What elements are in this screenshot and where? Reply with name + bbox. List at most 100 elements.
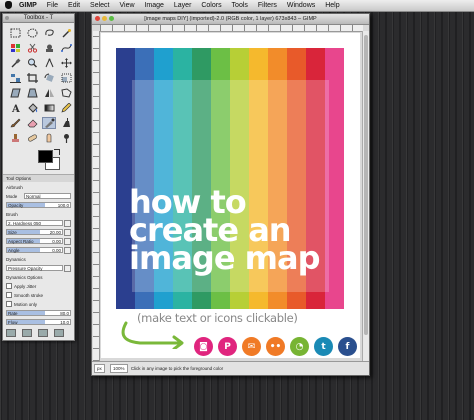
menu-image[interactable]: Image <box>144 0 163 11</box>
airbrush-tool[interactable] <box>42 117 56 129</box>
cage-tool[interactable] <box>59 87 73 99</box>
paintbrush-tool[interactable] <box>8 117 22 129</box>
eraser-tool[interactable] <box>25 117 39 129</box>
flip-tool[interactable] <box>42 87 56 99</box>
shear-tool[interactable] <box>8 87 22 99</box>
menu-gimp[interactable]: GIMP <box>19 0 37 11</box>
pinterest-icon[interactable]: P <box>218 337 237 356</box>
mode-value: Normal <box>26 194 41 199</box>
dynamics-edit-button[interactable] <box>64 264 71 272</box>
twitter-icon[interactable]: t <box>314 337 333 356</box>
paths-icon <box>60 44 72 52</box>
angle-reset-button[interactable] <box>64 246 71 254</box>
swap-colors-icon[interactable] <box>54 149 60 155</box>
magnifier-icon <box>27 58 37 68</box>
vertical-ruler[interactable] <box>93 31 100 361</box>
smudge-tool[interactable] <box>42 132 56 144</box>
color-picker-tool[interactable] <box>8 57 22 69</box>
zoom-select[interactable]: 100% <box>110 364 128 374</box>
color-select-tool[interactable] <box>8 42 22 54</box>
motion-only-checkbox[interactable] <box>6 301 12 307</box>
flow-slider[interactable]: Flow 10.0 <box>6 319 71 325</box>
menu-windows[interactable]: Windows <box>287 0 315 11</box>
clone-tool[interactable] <box>8 132 22 144</box>
crop-tool[interactable] <box>25 72 39 84</box>
heal-tool[interactable] <box>25 132 39 144</box>
pencil-tool[interactable] <box>59 102 73 114</box>
dodge-burn-tool[interactable] <box>59 132 73 144</box>
ink-tool[interactable] <box>59 117 73 129</box>
aspect-reset-button[interactable] <box>64 237 71 245</box>
menu-layer[interactable]: Layer <box>174 0 192 11</box>
close-window-icon[interactable] <box>95 16 100 21</box>
size-reset-button[interactable] <box>64 228 71 236</box>
brush-select[interactable]: 2. Hardness 050 <box>6 220 63 226</box>
size-slider[interactable]: Size 20.00 <box>6 229 63 235</box>
rotate-tool[interactable] <box>42 72 56 84</box>
scrollbar-thumb[interactable] <box>364 35 368 335</box>
scale-tool[interactable] <box>59 72 73 84</box>
menu-edit[interactable]: Edit <box>68 0 80 11</box>
opacity-slider[interactable]: Opacity 100.0 <box>6 202 71 208</box>
apple-icon[interactable] <box>5 1 12 9</box>
mode-label: Mode <box>6 193 18 199</box>
text-tool[interactable]: A <box>8 102 22 114</box>
headline-line-3: image map <box>129 239 320 277</box>
minimize-window-icon[interactable] <box>102 16 107 21</box>
image-window-title-bar[interactable]: [image maps DIY] (imported)-2.0 (RGB col… <box>92 14 369 25</box>
save-options-icon[interactable] <box>6 329 16 337</box>
flickr-icon[interactable]: •• <box>266 337 285 356</box>
menu-help[interactable]: Help <box>325 0 339 11</box>
dynamics-select[interactable]: Pressure Opacity <box>6 265 63 271</box>
blend-tool[interactable] <box>42 102 56 114</box>
restore-options-icon[interactable] <box>22 329 32 337</box>
scissors-tool[interactable] <box>25 42 39 54</box>
smooth-stroke-checkbox[interactable] <box>6 292 12 298</box>
rss-icon[interactable]: ◔ <box>290 337 309 356</box>
apply-jitter-label: Apply Jitter <box>14 283 37 289</box>
vertical-scrollbar[interactable] <box>362 31 369 361</box>
measure-tool[interactable] <box>42 57 56 69</box>
rect-select-tool[interactable] <box>8 27 22 39</box>
menu-file[interactable]: File <box>47 0 58 11</box>
aspect-ratio-slider[interactable]: Aspect Ratio 0.00 <box>6 238 63 244</box>
tool-options-tab[interactable]: Tool Options <box>3 174 74 182</box>
menu-tools[interactable]: Tools <box>232 0 248 11</box>
brush-edit-button[interactable] <box>64 219 71 227</box>
ellipse-select-tool[interactable] <box>25 27 39 39</box>
facebook-icon[interactable]: f <box>338 337 357 356</box>
zoom-window-icon[interactable] <box>109 16 114 21</box>
image-canvas[interactable]: how to create an image map (make text or… <box>101 33 360 358</box>
unit-select[interactable]: px <box>94 364 105 374</box>
close-icon[interactable] <box>5 16 9 20</box>
perspective-tool[interactable] <box>25 87 39 99</box>
fuzzy-select-tool[interactable] <box>59 27 73 39</box>
dynamics-options-expander[interactable]: Dynamics Options <box>6 275 43 280</box>
free-select-tool[interactable] <box>42 27 56 39</box>
foreground-color-swatch[interactable] <box>38 150 53 163</box>
menu-filters[interactable]: Filters <box>258 0 277 11</box>
align-tool[interactable] <box>8 72 22 84</box>
reset-options-icon[interactable] <box>54 329 64 337</box>
paths-tool[interactable] <box>59 42 73 54</box>
zoom-tool[interactable] <box>25 57 39 69</box>
menu-select[interactable]: Select <box>90 0 109 11</box>
eraser-icon <box>27 119 37 128</box>
menu-view[interactable]: View <box>119 0 134 11</box>
size-value: 20.00 <box>49 230 61 235</box>
horizontal-ruler[interactable] <box>100 25 363 32</box>
angle-slider[interactable]: Angle 0.00 <box>6 247 63 253</box>
email-icon[interactable]: ✉ <box>242 337 261 356</box>
instagram-icon[interactable]: ◙ <box>194 337 213 356</box>
tool-name: Airbrush <box>6 184 23 190</box>
apply-jitter-checkbox[interactable] <box>6 283 12 289</box>
foreground-select-tool[interactable] <box>42 42 56 54</box>
social-icons-row: ◙ P ✉ •• ◔ t f <box>194 337 357 356</box>
toolbox-title-bar[interactable]: Toolbox - T <box>3 14 74 23</box>
delete-options-icon[interactable] <box>38 329 48 337</box>
move-tool[interactable] <box>59 57 73 69</box>
menu-colors[interactable]: Colors <box>201 0 221 11</box>
bucket-fill-tool[interactable] <box>25 102 39 114</box>
rate-slider[interactable]: Rate 80.0 <box>6 310 71 316</box>
mode-select[interactable]: Normal <box>24 193 71 199</box>
